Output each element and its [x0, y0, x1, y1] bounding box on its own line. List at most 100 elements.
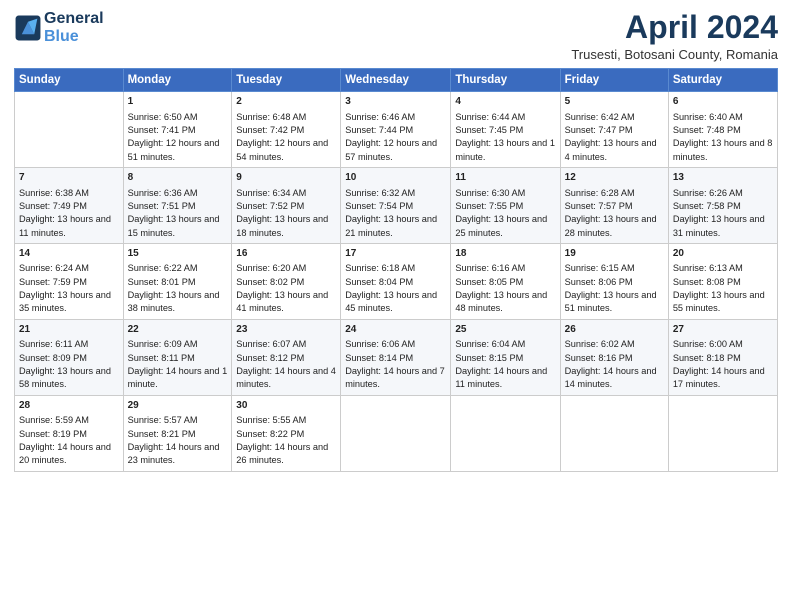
- sunset-text: Sunset: 7:47 PM: [565, 124, 664, 137]
- sunrise-text: Sunrise: 6:00 AM: [673, 338, 773, 351]
- sunrise-text: Sunrise: 6:36 AM: [128, 187, 228, 200]
- cell-content: 16Sunrise: 6:20 AMSunset: 8:02 PMDayligh…: [236, 247, 336, 316]
- sunrise-text: Sunrise: 6:50 AM: [128, 111, 228, 124]
- weekday-header: Sunday: [15, 69, 124, 92]
- calendar-cell: 9Sunrise: 6:34 AMSunset: 7:52 PMDaylight…: [232, 168, 341, 244]
- sunrise-text: Sunrise: 6:44 AM: [455, 111, 555, 124]
- calendar-cell: 26Sunrise: 6:02 AMSunset: 8:16 PMDayligh…: [560, 319, 668, 395]
- daylight-text: Daylight: 12 hours and 54 minutes.: [236, 137, 336, 164]
- logo-text: General Blue: [44, 10, 104, 45]
- sunrise-text: Sunrise: 5:59 AM: [19, 414, 119, 427]
- day-number: 22: [128, 323, 228, 338]
- sunset-text: Sunset: 8:04 PM: [345, 276, 446, 289]
- calendar-week-row: 7Sunrise: 6:38 AMSunset: 7:49 PMDaylight…: [15, 168, 778, 244]
- calendar-cell: 10Sunrise: 6:32 AMSunset: 7:54 PMDayligh…: [341, 168, 451, 244]
- sunset-text: Sunset: 7:52 PM: [236, 200, 336, 213]
- calendar-cell: 20Sunrise: 6:13 AMSunset: 8:08 PMDayligh…: [668, 243, 777, 319]
- day-number: 17: [345, 247, 446, 262]
- cell-content: 5Sunrise: 6:42 AMSunset: 7:47 PMDaylight…: [565, 95, 664, 164]
- day-number: 4: [455, 95, 555, 110]
- sunset-text: Sunset: 8:22 PM: [236, 428, 336, 441]
- calendar-cell: 24Sunrise: 6:06 AMSunset: 8:14 PMDayligh…: [341, 319, 451, 395]
- sunrise-text: Sunrise: 6:20 AM: [236, 262, 336, 275]
- cell-content: 21Sunrise: 6:11 AMSunset: 8:09 PMDayligh…: [19, 323, 119, 392]
- sunset-text: Sunset: 7:42 PM: [236, 124, 336, 137]
- sunset-text: Sunset: 7:55 PM: [455, 200, 555, 213]
- calendar-cell: 29Sunrise: 5:57 AMSunset: 8:21 PMDayligh…: [123, 395, 232, 471]
- sunrise-text: Sunrise: 6:34 AM: [236, 187, 336, 200]
- day-number: 14: [19, 247, 119, 262]
- daylight-text: Daylight: 13 hours and 4 minutes.: [565, 137, 664, 164]
- sunset-text: Sunset: 8:19 PM: [19, 428, 119, 441]
- day-number: 12: [565, 171, 664, 186]
- sunset-text: Sunset: 8:09 PM: [19, 352, 119, 365]
- day-number: 26: [565, 323, 664, 338]
- sunset-text: Sunset: 8:18 PM: [673, 352, 773, 365]
- daylight-text: Daylight: 14 hours and 23 minutes.: [128, 441, 228, 468]
- sunset-text: Sunset: 8:21 PM: [128, 428, 228, 441]
- cell-content: 28Sunrise: 5:59 AMSunset: 8:19 PMDayligh…: [19, 399, 119, 468]
- sunrise-text: Sunrise: 6:32 AM: [345, 187, 446, 200]
- sunrise-text: Sunrise: 6:13 AM: [673, 262, 773, 275]
- sunrise-text: Sunrise: 6:11 AM: [19, 338, 119, 351]
- cell-content: 12Sunrise: 6:28 AMSunset: 7:57 PMDayligh…: [565, 171, 664, 240]
- daylight-text: Daylight: 13 hours and 28 minutes.: [565, 213, 664, 240]
- sunset-text: Sunset: 8:06 PM: [565, 276, 664, 289]
- day-number: 27: [673, 323, 773, 338]
- calendar-cell: 15Sunrise: 6:22 AMSunset: 8:01 PMDayligh…: [123, 243, 232, 319]
- cell-content: 10Sunrise: 6:32 AMSunset: 7:54 PMDayligh…: [345, 171, 446, 240]
- daylight-text: Daylight: 13 hours and 35 minutes.: [19, 289, 119, 316]
- cell-content: 26Sunrise: 6:02 AMSunset: 8:16 PMDayligh…: [565, 323, 664, 392]
- day-number: 23: [236, 323, 336, 338]
- day-number: 5: [565, 95, 664, 110]
- daylight-text: Daylight: 13 hours and 58 minutes.: [19, 365, 119, 392]
- page: General Blue April 2024 Trusesti, Botosa…: [0, 0, 792, 612]
- daylight-text: Daylight: 14 hours and 20 minutes.: [19, 441, 119, 468]
- sunset-text: Sunset: 8:05 PM: [455, 276, 555, 289]
- calendar-cell: 7Sunrise: 6:38 AMSunset: 7:49 PMDaylight…: [15, 168, 124, 244]
- sunrise-text: Sunrise: 6:09 AM: [128, 338, 228, 351]
- calendar-cell: [15, 92, 124, 168]
- cell-content: 20Sunrise: 6:13 AMSunset: 8:08 PMDayligh…: [673, 247, 773, 316]
- day-number: 25: [455, 323, 555, 338]
- sunset-text: Sunset: 7:58 PM: [673, 200, 773, 213]
- calendar-week-row: 28Sunrise: 5:59 AMSunset: 8:19 PMDayligh…: [15, 395, 778, 471]
- daylight-text: Daylight: 13 hours and 38 minutes.: [128, 289, 228, 316]
- daylight-text: Daylight: 13 hours and 31 minutes.: [673, 213, 773, 240]
- calendar-cell: 30Sunrise: 5:55 AMSunset: 8:22 PMDayligh…: [232, 395, 341, 471]
- day-number: 24: [345, 323, 446, 338]
- calendar-table: SundayMondayTuesdayWednesdayThursdayFrid…: [14, 68, 778, 471]
- sunrise-text: Sunrise: 6:48 AM: [236, 111, 336, 124]
- sunrise-text: Sunrise: 6:06 AM: [345, 338, 446, 351]
- cell-content: 6Sunrise: 6:40 AMSunset: 7:48 PMDaylight…: [673, 95, 773, 164]
- daylight-text: Daylight: 13 hours and 11 minutes.: [19, 213, 119, 240]
- day-number: 2: [236, 95, 336, 110]
- calendar-cell: 25Sunrise: 6:04 AMSunset: 8:15 PMDayligh…: [451, 319, 560, 395]
- day-number: 3: [345, 95, 446, 110]
- calendar-week-row: 1Sunrise: 6:50 AMSunset: 7:41 PMDaylight…: [15, 92, 778, 168]
- calendar-cell: 13Sunrise: 6:26 AMSunset: 7:58 PMDayligh…: [668, 168, 777, 244]
- weekday-header: Thursday: [451, 69, 560, 92]
- daylight-text: Daylight: 13 hours and 21 minutes.: [345, 213, 446, 240]
- calendar-cell: 16Sunrise: 6:20 AMSunset: 8:02 PMDayligh…: [232, 243, 341, 319]
- sunrise-text: Sunrise: 6:02 AM: [565, 338, 664, 351]
- sunrise-text: Sunrise: 6:40 AM: [673, 111, 773, 124]
- header: General Blue April 2024 Trusesti, Botosa…: [14, 10, 778, 62]
- calendar-cell: 14Sunrise: 6:24 AMSunset: 7:59 PMDayligh…: [15, 243, 124, 319]
- daylight-text: Daylight: 14 hours and 1 minute.: [128, 365, 228, 392]
- weekday-header: Tuesday: [232, 69, 341, 92]
- sunrise-text: Sunrise: 6:18 AM: [345, 262, 446, 275]
- sunrise-text: Sunrise: 6:28 AM: [565, 187, 664, 200]
- sunrise-text: Sunrise: 6:46 AM: [345, 111, 446, 124]
- calendar-cell: 3Sunrise: 6:46 AMSunset: 7:44 PMDaylight…: [341, 92, 451, 168]
- daylight-text: Daylight: 13 hours and 55 minutes.: [673, 289, 773, 316]
- calendar-cell: 2Sunrise: 6:48 AMSunset: 7:42 PMDaylight…: [232, 92, 341, 168]
- sunset-text: Sunset: 8:11 PM: [128, 352, 228, 365]
- calendar-cell: 19Sunrise: 6:15 AMSunset: 8:06 PMDayligh…: [560, 243, 668, 319]
- cell-content: 30Sunrise: 5:55 AMSunset: 8:22 PMDayligh…: [236, 399, 336, 468]
- day-number: 28: [19, 399, 119, 414]
- cell-content: 8Sunrise: 6:36 AMSunset: 7:51 PMDaylight…: [128, 171, 228, 240]
- sunset-text: Sunset: 8:14 PM: [345, 352, 446, 365]
- sunset-text: Sunset: 7:59 PM: [19, 276, 119, 289]
- daylight-text: Daylight: 14 hours and 7 minutes.: [345, 365, 446, 392]
